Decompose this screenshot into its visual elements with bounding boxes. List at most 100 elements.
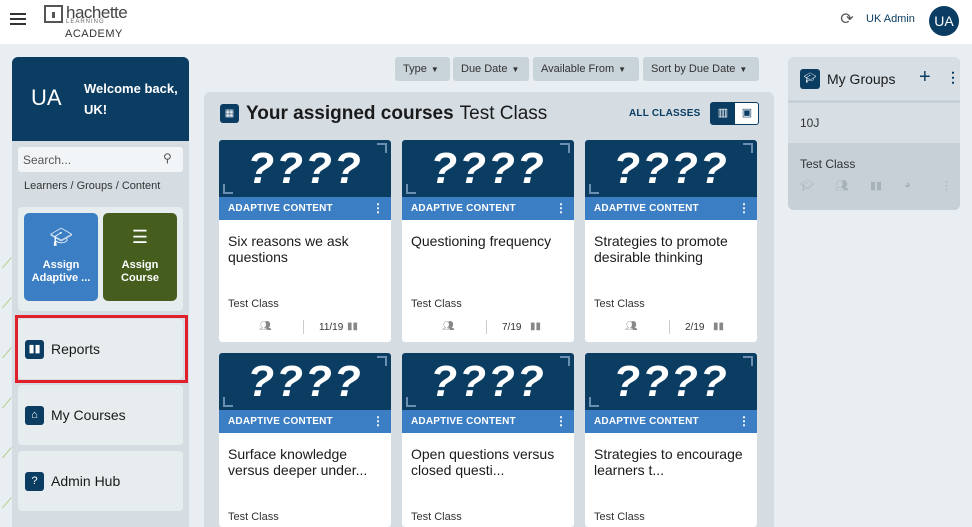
filter-due-date[interactable]: Due Date ▼ bbox=[453, 57, 529, 81]
question-marks-graphic: ???? bbox=[430, 144, 546, 193]
learners-icon: 👥︎ bbox=[442, 321, 455, 332]
hachette-academy-logo[interactable]: hachette LEARNING ACADEMY bbox=[44, 3, 134, 41]
more-options-icon[interactable]: ⋮ bbox=[738, 201, 750, 215]
course-card[interactable]: ???? ADAPTIVE CONTENT ⋮ Six reasons we as… bbox=[219, 140, 391, 342]
grid-view-icon[interactable]: ▥ bbox=[711, 103, 735, 124]
card-band: ADAPTIVE CONTENT ⋮ bbox=[402, 197, 574, 220]
hamburger-menu-icon[interactable] bbox=[10, 13, 26, 27]
calendar-view-icon[interactable]: ▣ bbox=[736, 103, 758, 124]
card-badge: ADAPTIVE CONTENT bbox=[594, 416, 699, 427]
card-band: ADAPTIVE CONTENT ⋮ bbox=[585, 197, 757, 220]
card-hero-image: ???? bbox=[219, 353, 391, 410]
user-avatar[interactable]: UA bbox=[929, 6, 959, 36]
all-classes-link[interactable]: ALL CLASSES bbox=[629, 108, 700, 119]
assign-adaptive-label: Assign Adaptive ... bbox=[31, 259, 91, 284]
group-item-label: Test Class bbox=[800, 157, 856, 171]
card-class: Test Class bbox=[228, 511, 279, 523]
logo-sub-text: LEARNING bbox=[66, 19, 105, 25]
course-card[interactable]: ???? ADAPTIVE CONTENT ⋮ Strategies to enc… bbox=[585, 353, 757, 527]
card-hero-image: ???? bbox=[585, 140, 757, 197]
corner-mark bbox=[406, 184, 416, 194]
filter-available-from[interactable]: Available From ▼ bbox=[533, 57, 639, 81]
filter-available-from-label: Available From bbox=[541, 63, 615, 75]
corner-mark bbox=[223, 184, 233, 194]
more-options-icon[interactable]: ⋮ bbox=[738, 414, 750, 428]
nav-item-admin-hub[interactable]: ? Admin Hub bbox=[18, 451, 183, 511]
corner-mark bbox=[406, 397, 416, 407]
card-band: ADAPTIVE CONTENT ⋮ bbox=[585, 410, 757, 433]
assign-course-button[interactable]: ☰ Assign Course bbox=[103, 213, 177, 301]
my-groups-panel: 🎓︎ My Groups + ⋮ 10J Test Class 🎓︎ 👥︎ ▮▮… bbox=[788, 57, 960, 210]
more-options-icon[interactable]: ⋮ bbox=[941, 179, 952, 192]
search-input[interactable] bbox=[23, 151, 153, 168]
filter-type[interactable]: Type ▼ bbox=[395, 57, 450, 81]
search-box: ⚲ bbox=[18, 147, 183, 172]
question-marks-graphic: ???? bbox=[613, 357, 729, 406]
stats-icon[interactable]: ▮▮ bbox=[870, 179, 882, 192]
left-sidebar: UA Welcome back, UK! ⚲ Learners / Groups… bbox=[12, 57, 189, 527]
question-marks-graphic: ???? bbox=[430, 357, 546, 406]
more-options-icon[interactable]: ⋮ bbox=[946, 69, 960, 86]
user-name[interactable]: UK Admin bbox=[866, 13, 915, 25]
filter-type-label: Type bbox=[403, 63, 427, 75]
action-tiles: 🎓︎ Assign Adaptive ... ☰ Assign Course bbox=[18, 207, 183, 311]
card-hero-image: ???? bbox=[402, 140, 574, 197]
stats-icon[interactable]: ▮▮ bbox=[530, 321, 541, 332]
nav-item-label: Admin Hub bbox=[51, 473, 121, 489]
pie-chart-icon[interactable]: ◕ bbox=[904, 179, 911, 191]
card-badge: ADAPTIVE CONTENT bbox=[228, 203, 333, 214]
card-badge: ADAPTIVE CONTENT bbox=[228, 416, 333, 427]
card-band: ADAPTIVE CONTENT ⋮ bbox=[219, 197, 391, 220]
card-footer: 👥︎ 2/19 ▮▮ bbox=[585, 318, 757, 338]
welcome-card: UA Welcome back, UK! bbox=[12, 57, 189, 141]
card-hero-image: ???? bbox=[585, 353, 757, 410]
class-name: Test Class bbox=[459, 103, 548, 124]
course-card[interactable]: ???? ADAPTIVE CONTENT ⋮ Open questions ve… bbox=[402, 353, 574, 527]
more-options-icon[interactable]: ⋮ bbox=[555, 201, 567, 215]
course-card[interactable]: ???? ADAPTIVE CONTENT ⋮ Questioning frequ… bbox=[402, 140, 574, 342]
stats-icon[interactable]: ▮▮ bbox=[347, 321, 358, 332]
card-class: Test Class bbox=[594, 511, 645, 523]
card-footer: 👥︎ 11/19 ▮▮ bbox=[219, 318, 391, 338]
assign-course-label: Assign Course bbox=[121, 259, 159, 284]
more-options-icon[interactable]: ⋮ bbox=[372, 414, 384, 428]
course-card[interactable]: ???? ADAPTIVE CONTENT ⋮ Strategies to pro… bbox=[585, 140, 757, 342]
page-title-text: Your assigned courses bbox=[246, 103, 454, 124]
groups-title: My Groups bbox=[827, 71, 896, 87]
reports-highlight-box bbox=[15, 315, 188, 383]
group-item-label: 10J bbox=[800, 116, 820, 130]
more-options-icon[interactable]: ⋮ bbox=[555, 414, 567, 428]
page-title: Your assigned courses Test Class bbox=[246, 103, 547, 125]
corner-mark bbox=[560, 356, 570, 366]
course-card[interactable]: ???? ADAPTIVE CONTENT ⋮ Surface knowledge… bbox=[219, 353, 391, 527]
nav-item-my-courses[interactable]: ⌂ My Courses bbox=[18, 385, 183, 445]
card-class: Test Class bbox=[411, 298, 462, 310]
card-class: Test Class bbox=[411, 511, 462, 523]
chevron-down-icon: ▼ bbox=[618, 65, 627, 74]
welcome-line-1: Welcome back, bbox=[84, 81, 178, 96]
stats-icon[interactable]: ▮▮ bbox=[713, 321, 724, 332]
card-title: Open questions versus closed questi... bbox=[411, 446, 555, 478]
welcome-line-2: UK! bbox=[84, 102, 108, 117]
sort-by-due-date[interactable]: Sort by Due Date ▼ bbox=[643, 57, 759, 81]
card-title: Strategies to promote desirable thinking bbox=[594, 233, 728, 265]
search-icon[interactable]: ⚲ bbox=[163, 151, 172, 165]
card-title: Six reasons we ask questions bbox=[228, 233, 349, 265]
corner-mark bbox=[223, 397, 233, 407]
question-marks-graphic: ???? bbox=[247, 144, 363, 193]
help-icon: ? bbox=[25, 472, 44, 491]
chevron-down-icon: ▼ bbox=[511, 65, 520, 74]
view-toggle: ▥ ▣ bbox=[710, 102, 759, 125]
more-options-icon[interactable]: ⋮ bbox=[372, 201, 384, 215]
assign-adaptive-button[interactable]: 🎓︎ Assign Adaptive ... bbox=[24, 213, 98, 301]
add-group-icon[interactable]: + bbox=[919, 66, 931, 89]
sync-icon[interactable]: ⟳ bbox=[838, 11, 856, 29]
group-item[interactable]: 10J bbox=[788, 103, 960, 143]
graduation-cap-icon: 🎓︎ bbox=[800, 69, 820, 89]
card-badge: ADAPTIVE CONTENT bbox=[411, 416, 516, 427]
learners-icon[interactable]: 👥︎ bbox=[835, 179, 849, 192]
group-item-selected[interactable]: Test Class 🎓︎ 👥︎ ▮▮ ◕ ⋮ bbox=[788, 146, 960, 210]
graduation-cap-icon[interactable]: 🎓︎ bbox=[800, 179, 814, 192]
graduation-cap-icon: 🎓︎ bbox=[49, 227, 73, 247]
group-actions: 🎓︎ 👥︎ ▮▮ ◕ ⋮ bbox=[788, 179, 960, 197]
